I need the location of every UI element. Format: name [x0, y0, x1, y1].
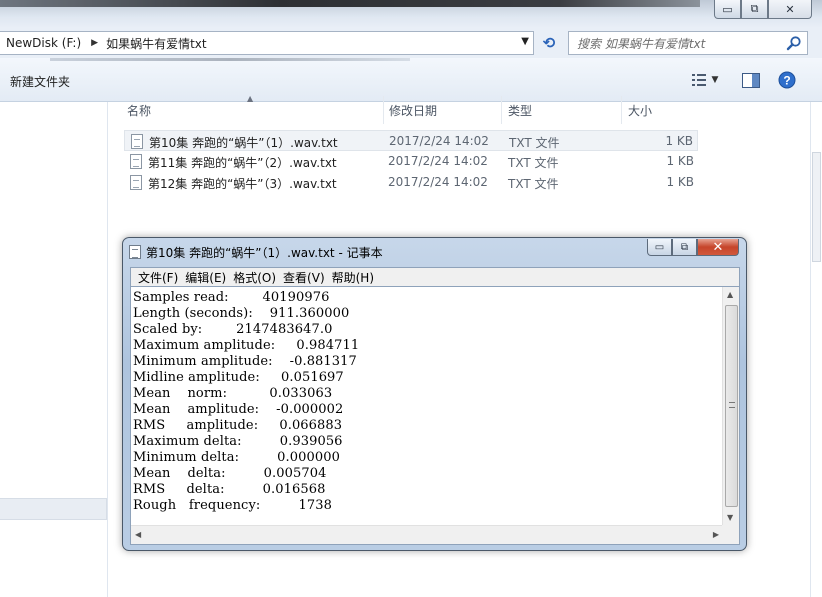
- scrollbar-corner: [722, 525, 739, 544]
- maximize-button[interactable]: ⧉: [741, 0, 768, 19]
- menu-format[interactable]: 格式(O): [233, 269, 276, 286]
- scroll-right-icon[interactable]: ▶: [713, 530, 719, 539]
- window-controls: ▭ ⧉ ✕: [714, 0, 812, 19]
- svg-text:?: ?: [783, 74, 790, 88]
- file-size: 1 KB: [666, 175, 694, 189]
- text-file-icon: [131, 134, 143, 149]
- minimize-icon: ▭: [654, 241, 665, 253]
- text-file-icon: [130, 154, 142, 169]
- column-type-header[interactable]: 类型: [508, 102, 532, 119]
- file-size: 1 KB: [665, 134, 693, 148]
- refresh-icon: ⟲: [542, 34, 556, 52]
- notepad-minimize-button[interactable]: ▭: [647, 239, 672, 256]
- toolbar-edge: [50, 58, 410, 61]
- notepad-vertical-scrollbar[interactable]: ▲ ▼: [722, 287, 739, 525]
- column-divider[interactable]: [383, 96, 384, 124]
- address-dropdown-icon[interactable]: ▼: [521, 36, 529, 47]
- notepad-icon: [129, 245, 141, 259]
- notepad-text[interactable]: Samples read: 40190976 Length (seconds):…: [133, 290, 721, 522]
- explorer-scrollbar[interactable]: [810, 102, 822, 597]
- scroll-left-icon[interactable]: ◀: [135, 530, 141, 539]
- file-list: ▲ 名称 修改日期 类型 大小 第10集 奔跑的“蜗牛”（1）.wav.txt …: [110, 94, 810, 236]
- explorer-window: ▭ ⧉ ✕ NewDisk (F:) ▶ 如果蜗牛有爱情txt ▼ ⟲ 搜索 如…: [0, 0, 822, 597]
- notepad-maximize-button[interactable]: ⧉: [672, 239, 697, 256]
- minimize-icon: ▭: [722, 2, 733, 16]
- column-date-header[interactable]: 修改日期: [389, 102, 437, 119]
- file-type: TXT 文件: [508, 156, 559, 170]
- refresh-button[interactable]: ⟲: [538, 31, 560, 55]
- scroll-up-icon[interactable]: ▲: [727, 290, 733, 299]
- menu-file[interactable]: 文件(F): [138, 269, 178, 286]
- notepad-vscroll-thumb[interactable]: [725, 305, 738, 507]
- explorer-scrollbar-thumb[interactable]: [812, 152, 821, 262]
- maximize-icon: ⧉: [680, 241, 689, 253]
- text-file-icon: [130, 175, 142, 190]
- file-date: 2017/2/24 14:02: [388, 154, 488, 168]
- notepad-window-controls: ▭ ⧉ ✕: [647, 239, 739, 256]
- help-icon: ?: [778, 71, 796, 89]
- minimize-button[interactable]: ▭: [714, 0, 741, 19]
- breadcrumb-folder[interactable]: 如果蜗牛有爱情txt: [106, 35, 207, 52]
- file-row[interactable]: 第10集 奔跑的“蜗牛”（1）.wav.txt 2017/2/24 14:02 …: [124, 130, 698, 151]
- file-row[interactable]: 第11集 奔跑的“蜗牛”（2）.wav.txt 2017/2/24 14:02 …: [124, 151, 698, 172]
- breadcrumb-drive[interactable]: NewDisk (F:): [0, 36, 81, 50]
- notepad-title-bar[interactable]: 第10集 奔跑的“蜗牛”（1）.wav.txt - 记事本: [129, 244, 383, 260]
- close-icon: ✕: [785, 2, 795, 16]
- views-button[interactable]: ▼: [688, 70, 722, 90]
- file-type: TXT 文件: [509, 136, 560, 150]
- menu-edit[interactable]: 编辑(E): [185, 269, 226, 286]
- close-button[interactable]: ✕: [768, 0, 812, 19]
- breadcrumb-separator-icon[interactable]: ▶: [91, 38, 98, 48]
- new-folder-button[interactable]: 新建文件夹: [10, 73, 70, 90]
- preview-pane-button[interactable]: [740, 70, 762, 90]
- title-bar: ▭ ⧉ ✕: [0, 0, 822, 28]
- scroll-grip-icon: [729, 402, 735, 408]
- views-icon: [691, 74, 706, 86]
- search-input[interactable]: 搜索 如果蜗牛有爱情txt: [568, 31, 808, 55]
- scroll-down-icon[interactable]: ▼: [727, 513, 733, 522]
- search-placeholder: 搜索 如果蜗牛有爱情txt: [577, 36, 706, 51]
- views-dropdown-icon[interactable]: ▼: [712, 75, 719, 85]
- file-date: 2017/2/24 14:02: [389, 134, 489, 148]
- file-name: 第11集 奔跑的“蜗牛”（2）.wav.txt: [148, 156, 337, 170]
- address-bar[interactable]: NewDisk (F:) ▶ 如果蜗牛有爱情txt ▼: [0, 31, 534, 55]
- navigation-selected-item[interactable]: [0, 498, 107, 520]
- close-icon: ✕: [712, 239, 724, 255]
- address-row: NewDisk (F:) ▶ 如果蜗牛有爱情txt ▼ ⟲ 搜索 如果蜗牛有爱情…: [0, 28, 822, 58]
- navigation-pane[interactable]: [0, 102, 108, 597]
- menu-help[interactable]: 帮助(H): [332, 269, 374, 286]
- notepad-edit-area[interactable]: Samples read: 40190976 Length (seconds):…: [130, 286, 740, 545]
- help-button[interactable]: ?: [777, 70, 797, 90]
- notepad-window[interactable]: 第10集 奔跑的“蜗牛”（1）.wav.txt - 记事本 ▭ ⧉ ✕ 文件(F…: [122, 237, 747, 551]
- column-divider[interactable]: [501, 96, 502, 124]
- notepad-menu-bar: 文件(F) 编辑(E) 格式(O) 查看(V) 帮助(H): [130, 267, 740, 286]
- file-name: 第12集 奔跑的“蜗牛”（3）.wav.txt: [148, 177, 337, 191]
- maximize-icon: ⧉: [750, 2, 759, 15]
- title-bar-shadow: [0, 0, 700, 7]
- file-row[interactable]: 第12集 奔跑的“蜗牛”（3）.wav.txt 2017/2/24 14:02 …: [124, 172, 698, 193]
- file-size: 1 KB: [666, 154, 694, 168]
- file-name: 第10集 奔跑的“蜗牛”（1）.wav.txt: [149, 136, 338, 150]
- column-name-header[interactable]: 名称: [127, 102, 151, 119]
- search-icon[interactable]: [786, 35, 802, 51]
- notepad-close-button[interactable]: ✕: [697, 239, 739, 256]
- preview-pane-icon: [742, 72, 760, 88]
- notepad-title: 第10集 奔跑的“蜗牛”（1）.wav.txt - 记事本: [146, 245, 383, 260]
- notepad-horizontal-scrollbar[interactable]: ◀ ▶: [131, 525, 723, 544]
- sort-ascending-icon: ▲: [247, 94, 254, 103]
- column-size-header[interactable]: 大小: [628, 102, 652, 119]
- file-type: TXT 文件: [508, 177, 559, 191]
- menu-view[interactable]: 查看(V): [283, 269, 325, 286]
- file-date: 2017/2/24 14:02: [388, 175, 488, 189]
- column-divider[interactable]: [621, 96, 622, 124]
